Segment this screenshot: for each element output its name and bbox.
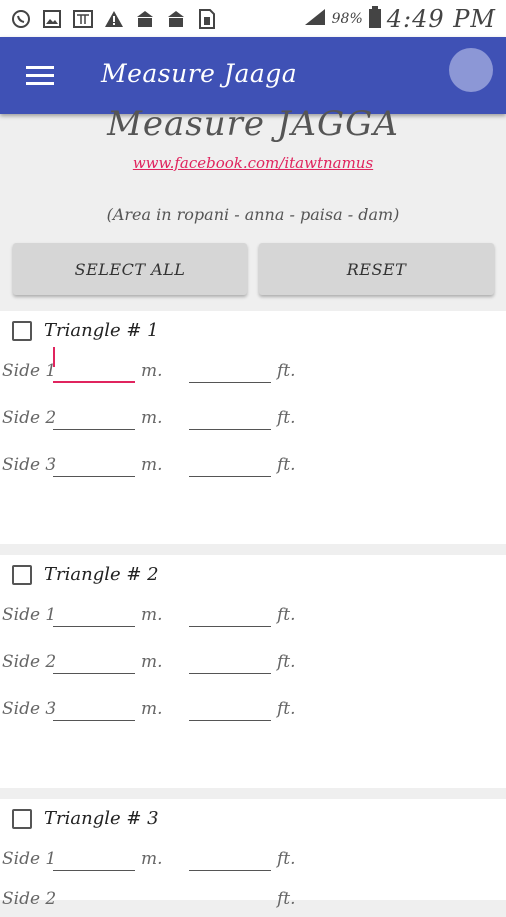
meters-unit: m.: [141, 652, 163, 672]
triangle-checkbox[interactable]: [12, 564, 32, 585]
feet-unit: ft.: [277, 455, 296, 475]
signal-icon: [304, 8, 326, 30]
triangle-title: Triangle # 2: [44, 564, 159, 585]
side-meters-input[interactable]: [53, 650, 135, 674]
clock: 4:49 PM: [386, 4, 496, 33]
side-meters-input[interactable]: [53, 603, 135, 627]
side-label: Side 2: [2, 889, 57, 909]
side-feet-input[interactable]: [189, 650, 271, 674]
meters-unit: m.: [141, 455, 163, 475]
area-unit-note: (Area in ropani - anna - paisa - dam): [106, 205, 400, 224]
side-row-2: Side 2 m. ft.: [0, 406, 506, 436]
triangle-card-1: Triangle # 1 Side 1 m. ft. Side 2 m. ft.…: [0, 311, 506, 544]
side-label: Side 2: [2, 652, 57, 672]
temple-icon: [165, 9, 187, 29]
profile-avatar[interactable]: [449, 48, 493, 92]
meters-unit: m.: [141, 699, 163, 719]
side-feet-input[interactable]: [189, 453, 271, 477]
hamburger-menu-icon[interactable]: [26, 66, 54, 86]
select-all-button[interactable]: SELECT ALL: [13, 243, 247, 295]
side-feet-input[interactable]: [189, 603, 271, 627]
image-icon: [41, 9, 63, 29]
triangle-checkbox[interactable]: [12, 808, 32, 829]
side-feet-input[interactable]: [189, 359, 271, 383]
app-title: Measure Jaaga: [101, 59, 298, 88]
side-feet-input[interactable]: [189, 697, 271, 721]
battery-percent: 98%: [331, 10, 363, 27]
feet-unit: ft.: [277, 889, 296, 909]
text-cursor: [53, 347, 55, 367]
triangle-header: Triangle # 2: [12, 564, 159, 585]
side-row-3: Side 3 m. ft.: [0, 453, 506, 483]
side-label: Side 3: [2, 455, 57, 475]
feet-unit: ft.: [277, 699, 296, 719]
battery-icon: [368, 5, 381, 32]
app-bar: Measure Jaaga: [0, 37, 506, 114]
side-row-1: Side 1 m. ft.: [0, 847, 506, 877]
side-row-2: Side 2 ft.: [0, 887, 506, 917]
triangle-header: Triangle # 3: [12, 808, 159, 829]
side-feet-input[interactable]: [189, 406, 271, 430]
page-title: Measure JAGGA: [107, 104, 399, 144]
meters-unit: m.: [141, 849, 163, 869]
side-meters-input[interactable]: [53, 847, 135, 871]
meters-unit: m.: [141, 361, 163, 381]
facebook-link[interactable]: www.facebook.com/itawtnamus: [0, 154, 506, 172]
side-label: Side 1: [2, 361, 57, 381]
triangle-title: Triangle # 1: [44, 320, 159, 341]
side-meters-input[interactable]: [53, 359, 135, 383]
temple-icon: [134, 9, 156, 29]
side-meters-input[interactable]: [53, 697, 135, 721]
system-status: 98% 4:49 PM: [304, 5, 496, 33]
feet-unit: ft.: [277, 361, 296, 381]
triangle-card-2: Triangle # 2 Side 1 m. ft. Side 2 m. ft.…: [0, 555, 506, 788]
side-label: Side 2: [2, 408, 57, 428]
meters-unit: m.: [141, 605, 163, 625]
side-label: Side 1: [2, 605, 57, 625]
side-row-2: Side 2 m. ft.: [0, 650, 506, 680]
triangle-header: Triangle # 1: [12, 320, 159, 341]
feet-unit: ft.: [277, 605, 296, 625]
viber-icon: [10, 9, 32, 29]
meters-unit: m.: [141, 408, 163, 428]
side-meters-input[interactable]: [53, 406, 135, 430]
feet-unit: ft.: [277, 849, 296, 869]
side-feet-input[interactable]: [189, 847, 271, 871]
feet-unit: ft.: [277, 652, 296, 672]
side-label: Side 1: [2, 849, 57, 869]
feet-unit: ft.: [277, 408, 296, 428]
side-row-1: Side 1 m. ft.: [0, 347, 506, 389]
warning-icon: [103, 9, 125, 29]
side-row-3: Side 3 m. ft.: [0, 697, 506, 727]
triangle-checkbox[interactable]: [12, 320, 32, 341]
side-meters-input[interactable]: [53, 453, 135, 477]
triangle-title: Triangle # 3: [44, 808, 159, 829]
reset-button[interactable]: RESET: [259, 243, 494, 295]
notification-icons: [10, 8, 218, 29]
side-label: Side 3: [2, 699, 57, 719]
hindi-text-icon: [72, 9, 94, 29]
triangle-card-3: Triangle # 3 Side 1 m. ft. Side 2 ft.: [0, 799, 506, 909]
side-row-1: Side 1 m. ft.: [0, 603, 506, 633]
status-bar: 98% 4:49 PM: [0, 0, 506, 37]
sim-icon: [196, 8, 218, 29]
